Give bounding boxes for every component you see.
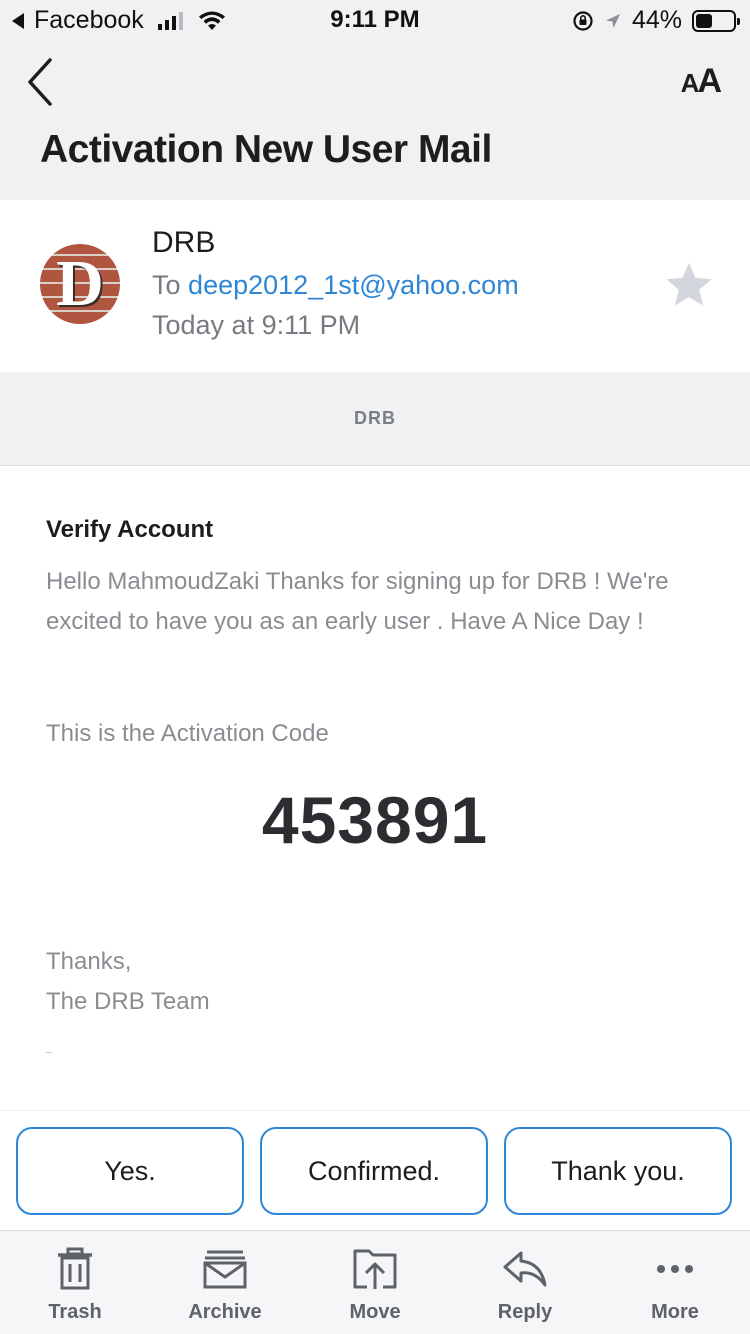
signature: Thanks, The DRB Team (46, 942, 210, 1022)
move-label: Move (349, 1301, 401, 1323)
more-label: More (651, 1301, 699, 1323)
battery-level (696, 13, 712, 28)
text-size-big-a: A (697, 62, 722, 100)
body-paragraph: Hello MahmoudZaki Thanks for signing up … (46, 568, 669, 635)
signature-line-1: Thanks, (46, 948, 132, 975)
status-bar: Facebook 9:11 PM 44% (0, 0, 750, 40)
bottom-toolbar: Trash Archive Move Reply More (0, 1230, 750, 1334)
back-button[interactable] (20, 54, 64, 110)
location-arrow-icon (605, 13, 620, 28)
trash-icon (58, 1247, 92, 1290)
divider (46, 1052, 52, 1053)
battery-percent: 44% (631, 6, 682, 34)
sender-block: D DRB To deep2012_1st@yahoo.com Today at… (0, 200, 750, 372)
body-heading: Verify Account (46, 516, 214, 543)
page-title: Activation New User Mail (40, 128, 492, 171)
archive-button[interactable]: Archive (170, 1247, 280, 1324)
quick-replies: Yes. Confirmed. Thank you. (0, 1110, 750, 1230)
orientation-lock-icon (573, 10, 593, 31)
move-to-folder-icon (353, 1249, 397, 1289)
chevron-left-icon (28, 58, 52, 106)
signature-line-2: The DRB Team (46, 988, 210, 1015)
trash-button[interactable]: Trash (20, 1247, 130, 1324)
reply-icon (503, 1251, 547, 1287)
star-button[interactable] (664, 260, 714, 310)
mail-header: AA Activation New User Mail (0, 40, 750, 200)
avatar-letter: D (56, 247, 104, 320)
more-button[interactable]: More (620, 1247, 730, 1324)
activation-code: 453891 (261, 783, 489, 857)
recipient-email[interactable]: deep2012_1st@yahoo.com (188, 270, 519, 300)
archive-icon (203, 1250, 247, 1289)
avatar[interactable]: D (40, 244, 120, 324)
recipient-line: To deep2012_1st@yahoo.com (152, 270, 519, 301)
move-button[interactable]: Move (320, 1247, 430, 1324)
quick-reply-confirmed[interactable]: Confirmed. (260, 1127, 488, 1215)
trash-label: Trash (48, 1301, 102, 1323)
star-icon (666, 263, 712, 306)
quick-reply-yes[interactable]: Yes. (16, 1127, 244, 1215)
battery-icon (692, 9, 740, 32)
text-size-small-a: A (680, 68, 700, 98)
brand-banner: DRB (0, 372, 750, 466)
more-icon (657, 1265, 693, 1273)
quick-reply-thank-you[interactable]: Thank you. (504, 1127, 732, 1215)
mail-body: Verify Account Hello MahmoudZaki Thanks … (0, 466, 750, 1110)
reply-button[interactable]: Reply (470, 1247, 580, 1324)
recipient-prefix: To (152, 270, 181, 300)
activation-code-label: This is the Activation Code (46, 720, 329, 747)
archive-label: Archive (188, 1301, 262, 1323)
reply-label: Reply (497, 1301, 553, 1323)
mail-date: Today at 9:11 PM (152, 310, 361, 340)
sender-name[interactable]: DRB (152, 226, 215, 260)
status-bar-right: 44% (572, 6, 740, 35)
brand-banner-label: DRB (354, 408, 396, 428)
text-size-button[interactable]: AA (680, 62, 722, 106)
